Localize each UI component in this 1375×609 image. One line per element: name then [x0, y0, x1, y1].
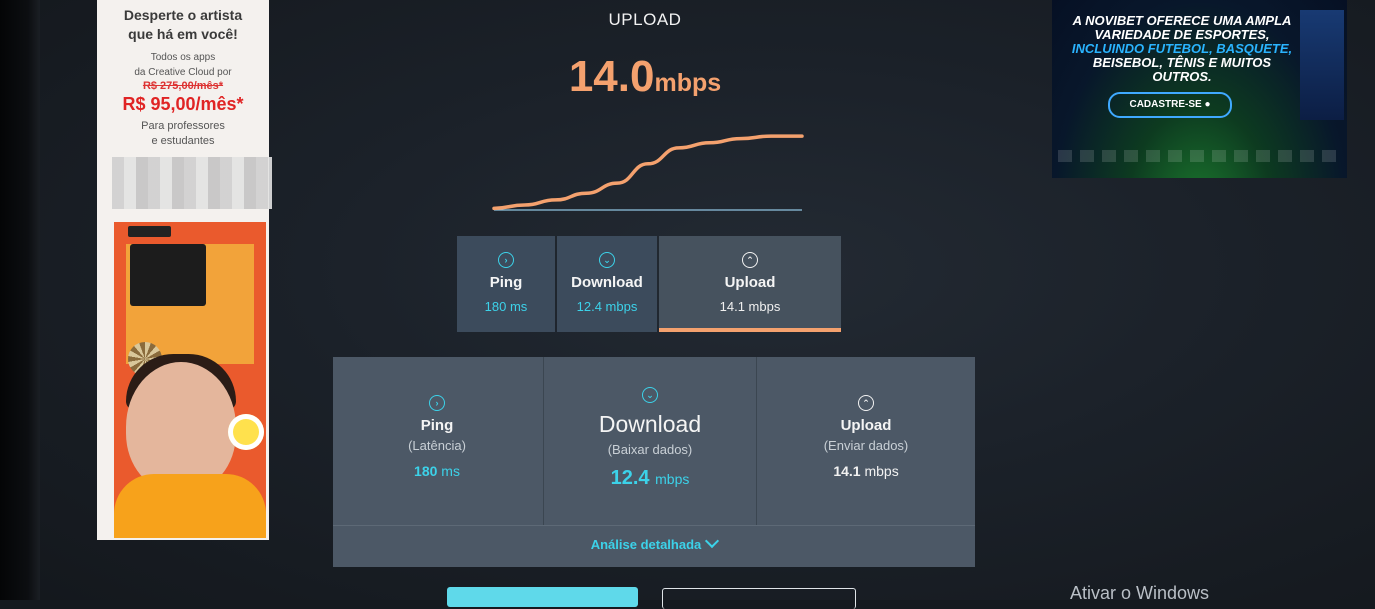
summary-tab-ping[interactable]: › Ping 180 ms: [457, 236, 555, 332]
result-ping-value: 180 ms: [333, 463, 541, 479]
ad-description-line: da Creative Cloud por: [134, 67, 232, 78]
chevron-down-icon: [705, 533, 720, 549]
ad-audience-line: Para professores: [141, 120, 225, 132]
result-upload-sub: (Enviar dados): [823, 438, 909, 453]
summary-download-label: Download: [571, 274, 643, 291]
ad-headline-line: que há em você!: [128, 26, 238, 42]
result-ping-label: Ping: [420, 417, 454, 434]
result-download-label: Download: [598, 411, 702, 437]
result-ping-unit: ms: [441, 463, 460, 479]
result-upload: ⌃ Upload (Enviar dados) 14.1 mbps: [757, 357, 975, 525]
ad-headline-line: Desperte o artista: [123, 7, 243, 23]
result-ping-sub: (Latência): [408, 438, 466, 453]
test-phase-title: UPLOAD: [608, 10, 682, 29]
download-icon: ⌄: [642, 387, 658, 403]
result-download: ⌄ Download (Baixar dados) 12.4 mbps: [543, 357, 757, 525]
summary-upload-label: Upload: [724, 274, 776, 291]
result-download-unit: mbps: [655, 471, 690, 487]
graph-speed-line: [492, 134, 804, 211]
novibet-ad-text: A NOVIBET OFERECE UMA AMPLA VARIEDADE DE…: [1062, 14, 1302, 84]
smiley-sticker: [228, 414, 264, 450]
result-upload-unit: mbps: [864, 463, 899, 479]
summary-tabs: › Ping 180 ms ⌄ Download 12.4 mbps ⌃ Upl…: [457, 236, 841, 332]
secondary-action-button[interactable]: [662, 588, 856, 609]
blurred-region: [112, 157, 272, 209]
ad-old-price: R$ 275,00/mês*: [142, 80, 224, 92]
novibet-ad-line: BEISEBOL, TÊNIS E MUITOS OUTROS.: [1092, 55, 1272, 84]
result-ping: › Ping (Latência) 180 ms: [333, 357, 541, 525]
ad-audience-line: e estudantes: [151, 135, 215, 147]
upload-icon: ⌃: [742, 252, 758, 268]
live-speed-unit: mbps: [654, 69, 722, 97]
result-download-number: 12.4: [610, 467, 650, 489]
ping-icon: ›: [498, 252, 514, 268]
ad-new-price: R$ 95,00/mês*: [122, 94, 244, 114]
result-ping-number: 180: [414, 463, 438, 479]
detailed-analysis-label: Análise detalhada: [590, 537, 702, 552]
ad-person-shirt: [114, 474, 266, 538]
ad-headline: Desperte o artista que há em você!: [97, 6, 269, 44]
result-download-value: 12.4 mbps: [544, 467, 756, 490]
summary-tab-upload[interactable]: ⌃ Upload 14.1 mbps: [659, 236, 841, 332]
ad-app-logo: [128, 226, 171, 237]
windows-activation-watermark: Ativar o Windows: [1070, 583, 1210, 603]
upload-icon: ⌃: [858, 395, 874, 411]
live-speed-value: 14.0: [568, 52, 655, 101]
ad-description: Todos os apps da Creative Cloud por: [97, 50, 269, 80]
live-speed-readout: 14.0mbps: [545, 52, 745, 102]
novibet-advertisement[interactable]: A NOVIBET OFERECE UMA AMPLA VARIEDADE DE…: [1052, 0, 1347, 178]
result-download-sub: (Baixar dados): [607, 442, 693, 457]
novibet-ad-line: INCLUINDO FUTEBOL, BASQUETE,: [1071, 41, 1293, 56]
result-upload-label: Upload: [840, 417, 892, 434]
results-panel: › Ping (Latência) 180 ms ⌄ Download (Bai…: [333, 357, 975, 567]
novibet-ad-line: VARIEDADE DE ESPORTES,: [1094, 27, 1270, 42]
summary-download-value: 12.4 mbps: [576, 299, 638, 314]
ping-icon: ›: [429, 395, 445, 411]
monitor-bezel: [0, 0, 40, 600]
ad-app-menu: [130, 244, 206, 306]
novibet-footer-text: [1058, 150, 1338, 162]
detailed-analysis-toggle[interactable]: Análise detalhada: [333, 525, 975, 568]
summary-tab-download[interactable]: ⌄ Download 12.4 mbps: [557, 236, 657, 332]
ad-description-line: Todos os apps: [150, 52, 216, 63]
summary-ping-label: Ping: [489, 274, 523, 291]
ad-illustration: [114, 222, 266, 538]
cadastre-se-button[interactable]: CADASTRE-SE ●: [1108, 92, 1232, 118]
upload-speed-graph: [492, 134, 804, 211]
primary-action-button[interactable]: [447, 587, 638, 607]
result-upload-value: 14.1 mbps: [757, 463, 975, 479]
novibet-side-banner: [1300, 10, 1344, 120]
summary-ping-value: 180 ms: [484, 299, 528, 314]
novibet-ad-line: A NOVIBET OFERECE UMA AMPLA: [1072, 13, 1292, 28]
result-upload-number: 14.1: [833, 463, 861, 479]
ad-person-face: [126, 362, 236, 492]
summary-upload-value: 14.1 mbps: [719, 299, 781, 314]
ad-audience: Para professores e estudantes: [97, 119, 269, 149]
download-icon: ⌄: [599, 252, 615, 268]
